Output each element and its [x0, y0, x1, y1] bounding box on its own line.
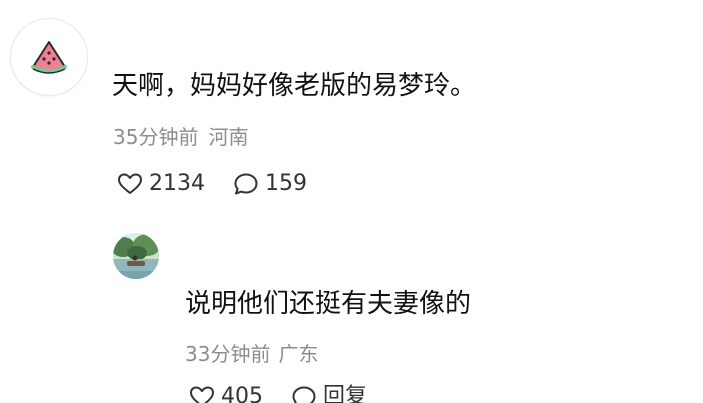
reply-text: 说明他们还挺有夫妻像的: [185, 289, 472, 319]
avatar[interactable]: [113, 233, 159, 279]
avatar[interactable]: [10, 18, 88, 96]
reply-label: 回复: [323, 384, 368, 403]
like-button[interactable]: 2134: [117, 170, 205, 198]
comment-meta: 35分钟前 河南: [113, 124, 248, 150]
reply-time: 33分钟前: [185, 342, 271, 366]
heart-icon: [118, 173, 142, 194]
like-count: 405: [221, 384, 263, 403]
comment-bubble-icon: [292, 386, 316, 403]
comment-time: 35分钟前: [113, 125, 199, 149]
comment-text: 天啊，妈妈好像老版的易梦玲。: [112, 71, 477, 101]
like-button[interactable]: 405: [189, 383, 263, 403]
like-count: 2134: [149, 171, 205, 196]
watermelon-icon: [31, 41, 67, 74]
reply-region: 广东: [278, 342, 319, 366]
reply-count: 159: [265, 171, 307, 196]
reply-meta: 33分钟前 广东: [185, 341, 318, 367]
comment-bubble-icon: [234, 173, 258, 195]
reply-button[interactable]: 159: [233, 170, 307, 198]
reply-button[interactable]: 回复: [291, 383, 367, 403]
comment-region: 河南: [208, 125, 249, 149]
landscape-avatar-icon: [113, 233, 159, 279]
comment-actions: 2134 159: [117, 170, 307, 198]
heart-icon: [190, 386, 214, 403]
reply-actions: 405 回复: [189, 383, 367, 403]
